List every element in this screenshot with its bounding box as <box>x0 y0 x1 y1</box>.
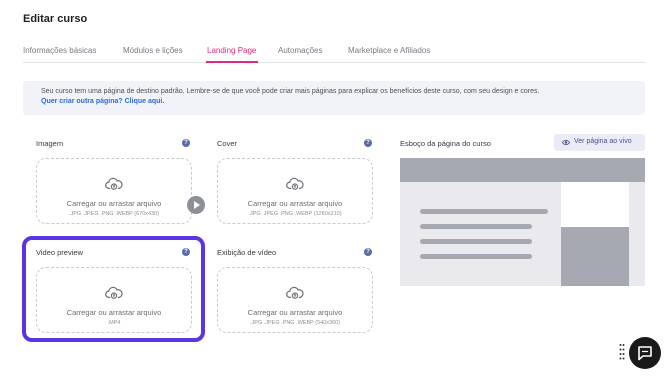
video-preview-help-icon[interactable]: ? <box>182 248 190 256</box>
video-preview-dropzone-formats: .MP4 <box>107 320 121 326</box>
view-live-page-button[interactable]: Ver página ao vivo <box>554 134 645 151</box>
sketch-text-line <box>420 239 532 244</box>
sketch-header-block <box>400 158 645 182</box>
drag-dots-icon[interactable] <box>619 343 625 361</box>
imagem-help-icon[interactable]: ? <box>182 139 190 147</box>
imagem-dropzone-formats: .JPG .JPEG .PNG .WEBP (670x430) <box>68 211 160 217</box>
exibicao-video-label: Exibição de vídeo <box>217 248 277 257</box>
sketch-text-line <box>420 224 532 229</box>
tab-landing-page[interactable]: Landing Page <box>207 46 256 55</box>
sketch-text-line <box>420 209 548 214</box>
imagem-dropzone-title: Carregar ou arrastar arquivo <box>66 199 162 208</box>
upload-cloud-icon <box>105 286 123 299</box>
exibicao-video-dropzone-formats: .JPG .JPEG .PNG .WEBP (540x360) <box>249 320 341 326</box>
tab-modulos-e-licoes[interactable]: Módulos e lições <box>123 46 183 55</box>
exibicao-video-help-icon[interactable]: ? <box>364 248 372 256</box>
info-banner-text: Seu curso tem uma página de destino padr… <box>41 88 540 95</box>
video-preview-dropzone[interactable]: Carregar ou arrastar arquivo .MP4 <box>36 267 192 333</box>
cover-label: Cover <box>217 139 238 148</box>
sketch-video-box <box>561 182 629 227</box>
video-preview-dropzone-title: Carregar ou arrastar arquivo <box>66 308 162 317</box>
play-icon <box>187 196 205 214</box>
info-banner: Seu curso tem uma página de destino padr… <box>23 81 645 115</box>
page-title: Editar curso <box>23 13 88 25</box>
tab-informacoes-basicas[interactable]: Informações básicas <box>23 46 96 55</box>
tab-marketplace-e-afiliados[interactable]: Marketplace e Afiliados <box>348 46 430 55</box>
cover-dropzone[interactable]: Carregar ou arrastar arquivo .JPG .JPEG … <box>217 158 373 224</box>
cover-dropzone-formats: .JPG .JPEG .PNG .WEBP (1280x210) <box>248 211 342 217</box>
eye-icon <box>562 139 570 146</box>
imagem-label: Imagem <box>36 139 64 148</box>
active-tab-indicator <box>206 61 258 63</box>
chat-icon <box>638 346 652 361</box>
upload-cloud-icon <box>105 177 123 190</box>
upload-cloud-icon <box>286 286 304 299</box>
cover-help-icon[interactable]: ? <box>364 139 372 147</box>
course-sketch-label: Esboço da página do curso <box>400 139 491 148</box>
exibicao-video-dropzone[interactable]: Carregar ou arrastar arquivo .JPG .JPEG … <box>217 267 373 333</box>
cover-dropzone-title: Carregar ou arrastar arquivo <box>247 199 343 208</box>
chat-button[interactable] <box>629 337 661 369</box>
view-live-page-label: Ver página ao vivo <box>574 138 632 145</box>
course-page-sketch <box>400 158 645 286</box>
exibicao-video-dropzone-title: Carregar ou arrastar arquivo <box>247 308 343 317</box>
upload-cloud-icon <box>286 177 304 190</box>
tab-bar: Informações básicas Módulos e lições Lan… <box>23 46 645 63</box>
imagem-dropzone[interactable]: Carregar ou arrastar arquivo .JPG .JPEG … <box>36 158 192 224</box>
sketch-text-line <box>420 254 532 259</box>
create-page-link[interactable]: Quer criar outra página? Clique aqui. <box>41 97 645 107</box>
video-preview-label: Video preview <box>36 248 83 257</box>
tab-automacoes[interactable]: Automações <box>278 46 322 55</box>
